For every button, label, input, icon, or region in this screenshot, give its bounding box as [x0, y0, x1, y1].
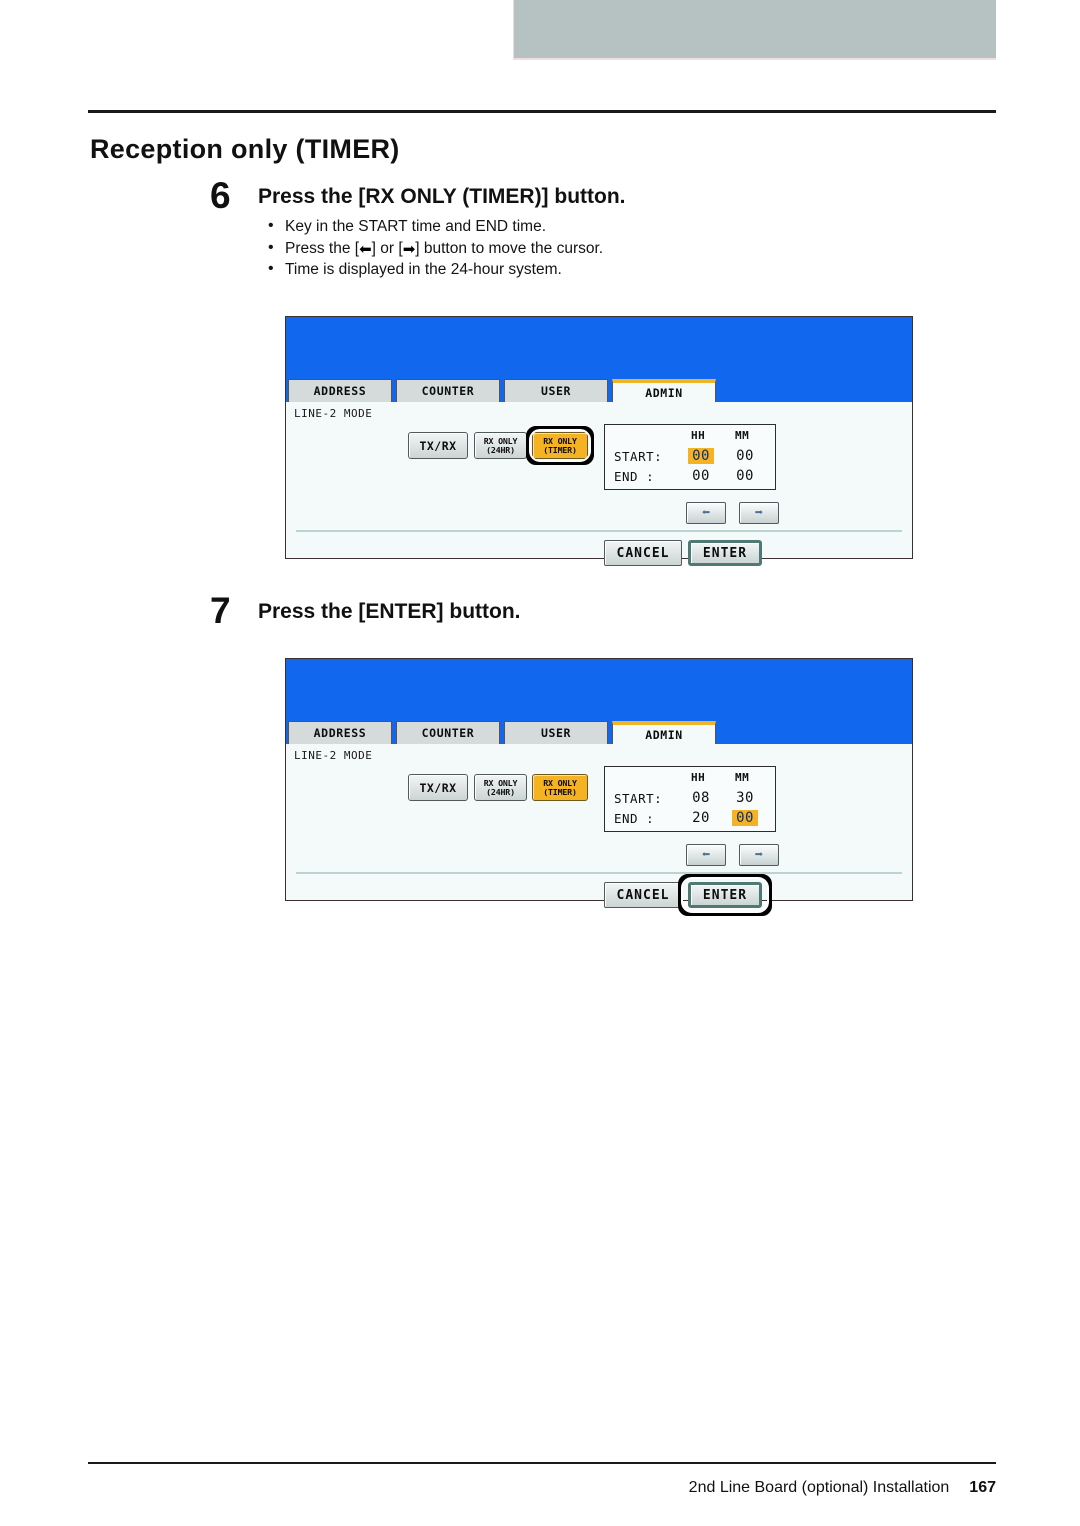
tab-bar: ADDRESS COUNTER USER ADMIN — [286, 721, 912, 744]
cursor-right-button[interactable]: ➡ — [739, 502, 779, 524]
tab-admin[interactable]: ADMIN — [612, 721, 716, 744]
button-label-line2: (TIMER) — [543, 444, 577, 455]
tx-rx-button[interactable]: TX/RX — [408, 432, 468, 459]
page-header-bar — [513, 0, 996, 60]
cancel-button[interactable]: CANCEL — [604, 882, 682, 908]
bullet-text-pre: Press the [ — [285, 239, 360, 257]
bullet-text: Key in the START time and END time. — [285, 218, 547, 235]
tab-address[interactable]: ADDRESS — [288, 721, 392, 744]
end-label: END : — [614, 469, 655, 484]
tx-rx-button[interactable]: TX/RX — [408, 774, 468, 801]
rx-only-24hr-button[interactable]: RX ONLY (24HR) — [474, 432, 527, 459]
footer: 2nd Line Board (optional) Installation 16… — [689, 1479, 996, 1497]
button-label-line2: (24HR) — [486, 786, 515, 797]
cursor-right-button[interactable]: ➡ — [739, 844, 779, 866]
column-header-hh: HH — [691, 771, 706, 784]
start-hour-value[interactable]: 08 — [688, 790, 714, 806]
time-table: HH MM START: END : 08 30 20 00 — [604, 766, 776, 832]
tab-address[interactable]: ADDRESS — [288, 379, 392, 402]
footer-divider-rule — [88, 1462, 996, 1464]
tab-counter[interactable]: COUNTER — [396, 721, 500, 744]
list-item: Time is displayed in the 24-hour system. — [265, 258, 603, 281]
end-label: END : — [614, 811, 655, 826]
start-hour-value[interactable]: 00 — [688, 448, 714, 464]
step-number: 6 — [210, 175, 231, 216]
cursor-left-button[interactable]: ⬅ — [686, 502, 726, 524]
rx-only-timer-button[interactable]: RX ONLY (TIMER) — [532, 774, 588, 801]
rx-only-timer-button[interactable]: RX ONLY (TIMER) — [532, 432, 588, 459]
footer-divider — [296, 530, 902, 532]
end-hour-value[interactable]: 00 — [688, 468, 714, 484]
rx-only-24hr-button[interactable]: RX ONLY (24HR) — [474, 774, 527, 801]
cancel-button[interactable]: CANCEL — [604, 540, 682, 566]
step-title: Press the [ENTER] button. — [258, 600, 521, 623]
end-minute-value[interactable]: 00 — [732, 810, 758, 826]
column-header-mm: MM — [735, 771, 750, 784]
right-arrow-icon: ➡ — [402, 240, 416, 258]
bullet-text: Time is displayed in the 24-hour system. — [285, 261, 562, 278]
button-label-line2: (TIMER) — [543, 786, 577, 797]
tab-user[interactable]: USER — [504, 721, 608, 744]
lcd-screen-step7: ADDRESS COUNTER USER ADMIN LINE-2 MODE T… — [285, 658, 913, 916]
tab-counter[interactable]: COUNTER — [396, 379, 500, 402]
enter-button[interactable]: ENTER — [688, 882, 762, 908]
column-header-mm: MM — [735, 429, 750, 442]
end-minute-value[interactable]: 00 — [732, 468, 758, 484]
lcd-content: LINE-2 MODE TX/RX RX ONLY (24HR) RX ONLY… — [286, 402, 912, 566]
enter-button[interactable]: ENTER — [688, 540, 762, 566]
button-label-line2: (24HR) — [486, 444, 515, 455]
tab-admin[interactable]: ADMIN — [612, 379, 716, 402]
column-header-hh: HH — [691, 429, 706, 442]
start-minute-value[interactable]: 00 — [732, 448, 758, 464]
lcd-screen-step6: ADDRESS COUNTER USER ADMIN LINE-2 MODE T… — [285, 316, 913, 566]
tab-bar: ADDRESS COUNTER USER ADMIN — [286, 379, 912, 402]
lcd-content: LINE-2 MODE TX/RX RX ONLY (24HR) RX ONLY… — [286, 744, 912, 916]
start-label: START: — [614, 791, 663, 806]
step-bullet-list: Key in the START time and END time. Pres… — [265, 215, 604, 281]
header-divider — [88, 110, 996, 113]
start-minute-value[interactable]: 30 — [732, 790, 758, 806]
end-hour-value[interactable]: 20 — [688, 810, 714, 826]
left-arrow-icon: ⬅ — [359, 240, 372, 258]
footer-label: 2nd Line Board (optional) Installation — [688, 1479, 950, 1496]
mode-label: LINE-2 MODE — [294, 407, 373, 420]
list-item: Key in the START time and END time. — [265, 215, 603, 238]
start-label: START: — [614, 449, 663, 464]
step-number: 7 — [210, 590, 231, 631]
footer-divider — [296, 872, 902, 874]
mode-label: LINE-2 MODE — [294, 749, 373, 762]
bullet-text-mid: ] or [ — [371, 239, 403, 257]
page-number: 167 — [969, 1479, 996, 1496]
bullet-text-post: ] button to move the cursor. — [415, 239, 604, 257]
lcd-blue-area — [286, 659, 912, 721]
list-item: Press the [⬅] or [➡] button to move the … — [265, 237, 604, 260]
cursor-left-button[interactable]: ⬅ — [686, 844, 726, 866]
time-table: HH MM START: END : 00 00 00 00 — [604, 424, 776, 490]
tab-user[interactable]: USER — [504, 379, 608, 402]
page-title: Reception only (TIMER) — [90, 134, 400, 164]
lcd-blue-area — [286, 317, 912, 379]
step-title: Press the [RX ONLY (TIMER)] button. — [258, 185, 626, 208]
